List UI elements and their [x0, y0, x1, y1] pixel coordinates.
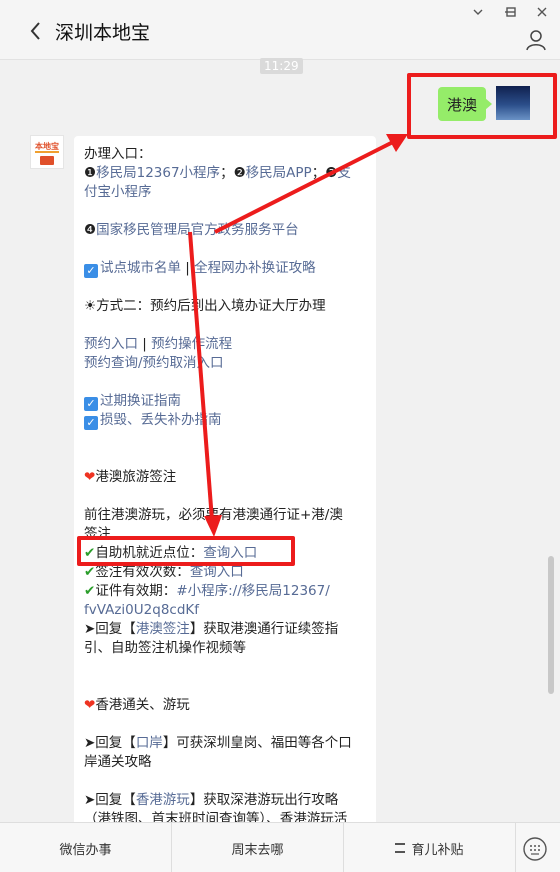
line-national-platform: ❹国家移民管理局官方政务服务平台: [84, 221, 299, 240]
back-arrow-icon[interactable]: [28, 20, 44, 42]
menu-label: 育儿补贴: [411, 842, 464, 858]
account-avatar[interactable]: 本地宝: [30, 135, 64, 169]
title-bar: 深圳本地宝: [0, 0, 560, 60]
link-online-replacement[interactable]: 全程网办补换证攻略: [194, 260, 316, 276]
num-4: ❹: [84, 222, 97, 238]
check-mark-icon: ✔: [84, 583, 96, 599]
sep-1: ；: [220, 165, 234, 181]
section-title: 香港通关、游玩: [95, 697, 190, 713]
maximize-icon[interactable]: [503, 4, 519, 20]
highlight-box-self-service: [77, 536, 295, 566]
separator: |: [138, 336, 152, 352]
num-3: ❸: [325, 165, 338, 181]
menu-wechat-services[interactable]: 微信办事: [0, 823, 172, 872]
keyword-hk-travel[interactable]: 香港游玩: [136, 792, 190, 808]
label: 证件有效期：: [95, 583, 177, 599]
link-12367-miniprogram[interactable]: 移民局12367小程序: [96, 165, 220, 181]
link-miniprogram-12367[interactable]: #小程序://移民局12367/: [176, 583, 329, 599]
text: 】获取深港游玩出行攻略: [189, 792, 339, 808]
highlight-box-outgoing: [407, 73, 557, 139]
line-appointment: 预约入口 | 预约操作流程: [84, 335, 232, 354]
link-lost-guide[interactable]: 损毁、丢失补办指南: [100, 412, 222, 428]
num-1: ❶: [84, 165, 97, 181]
link-appointment-query[interactable]: 预约查询/预约取消入口: [84, 354, 224, 373]
section-hk-travel: ❤香港通关、游玩: [84, 696, 190, 715]
heart-icon: ❤: [84, 469, 96, 485]
scrollbar[interactable]: [548, 556, 554, 694]
line-expired-guide: ✓ 过期换证指南: [84, 392, 181, 411]
line-entry-title: 办理入口：: [84, 146, 152, 162]
link-appointment-entry[interactable]: 预约入口: [84, 336, 138, 352]
menu-childcare-subsidy[interactable]: 育儿补贴: [344, 823, 516, 872]
checkbox-icon: ✓: [84, 397, 98, 411]
line-validity: ✔证件有效期：#小程序://移民局12367/: [84, 582, 330, 601]
text: ➤回复【: [84, 735, 136, 751]
keyword-port[interactable]: 口岸: [136, 735, 163, 751]
link-immigration-app[interactable]: 移民局APP: [246, 165, 312, 181]
num-2: ❷: [233, 165, 246, 181]
line-reply-port: ➤回复【口岸】可获深圳皇岗、福田等各个口: [84, 734, 352, 753]
line-pilot-cities: ✓ 试点城市名单 | 全程网办补换证攻略: [84, 259, 316, 278]
chat-title: 深圳本地宝: [55, 22, 151, 44]
separator: |: [181, 260, 195, 276]
line-method-two: ☀方式二：预约后到出入境办证大厅办理: [84, 298, 326, 314]
line-reply-visa-cont: 引、自助签注机操作视频等: [84, 640, 246, 656]
avatar-badge: [40, 156, 54, 165]
checkbox-icon: ✓: [84, 416, 98, 430]
arrow-head-up: [386, 134, 408, 152]
pin-icon[interactable]: [470, 4, 486, 20]
link-expired-guide[interactable]: 过期换证指南: [100, 393, 181, 409]
heart-icon: ❤: [84, 697, 96, 713]
text: 】可获深圳皇岗、福田等各个口: [162, 735, 352, 751]
line-entry-list: ❶移民局12367小程序；❷移民局APP；❸支: [84, 164, 351, 183]
menu-weekend[interactable]: 周末去哪: [172, 823, 344, 872]
link-pilot-cities[interactable]: 试点城市名单: [100, 260, 181, 276]
link-national-platform[interactable]: 国家移民管理局官方政务服务平台: [96, 222, 299, 238]
section-hk-macao-visa: ❤港澳旅游签注: [84, 468, 176, 487]
line-reply-port-cont: 岸通关攻略: [84, 754, 152, 770]
timestamp: 11:29: [260, 58, 303, 74]
check-mark-icon: ✔: [84, 564, 96, 580]
link-appointment-guide[interactable]: 预约操作流程: [151, 336, 232, 352]
list-icon: [395, 843, 406, 853]
close-icon[interactable]: [534, 4, 550, 20]
link-alipay-part2[interactable]: 付宝小程序: [84, 183, 152, 202]
keyboard-icon[interactable]: [522, 836, 548, 862]
link-alipay-part1[interactable]: 支: [337, 165, 351, 181]
bottom-menu-bar: 微信办事 周末去哪 育儿补贴: [0, 822, 560, 872]
text: 】获取港澳通行证续签指: [189, 621, 339, 637]
label: 签注有效次数：: [95, 564, 190, 580]
line-reply-visa: ➤回复【港澳签注】获取港澳通行证续签指: [84, 620, 338, 639]
sep-2: ；: [311, 165, 326, 181]
para-line-1: 前往港澳游玩，必须要有港澳通行证+港/澳: [84, 507, 343, 523]
line-lost-guide: ✓ 损毁、丢失补办指南: [84, 411, 222, 430]
keyword-visa[interactable]: 港澳签注: [136, 621, 190, 637]
avatar-stripe: [35, 151, 59, 153]
profile-icon[interactable]: [524, 28, 548, 52]
text: ➤回复【: [84, 621, 136, 637]
line-reply-hk: ➤回复【香港游玩】获取深港游玩出行攻略: [84, 791, 338, 810]
text: ➤回复【: [84, 792, 136, 808]
link-miniprogram-code[interactable]: fvVAzi0U2q8cdKf: [84, 601, 199, 620]
checkbox-icon: ✓: [84, 264, 98, 278]
link-query-entry-2[interactable]: 查询入口: [190, 564, 244, 580]
incoming-message: 办理入口： ❶移民局12367小程序；❷移民局APP；❸支 付宝小程序 ❹国家移…: [74, 136, 376, 836]
section-title: 港澳旅游签注: [95, 469, 177, 485]
